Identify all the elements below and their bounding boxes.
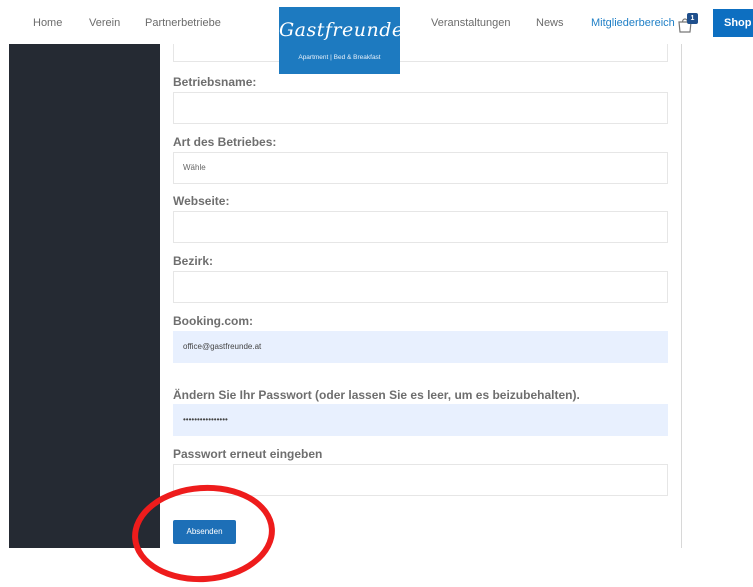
nav-news[interactable]: News [536, 17, 564, 29]
logo-tagline: Apartment | Bed & Breakfast [298, 54, 381, 61]
bezirk-input[interactable] [173, 271, 668, 303]
bezirk-label: Bezirk: [173, 254, 214, 268]
cart-button[interactable]: 1 [676, 13, 698, 33]
logo-wordmark: Gastfreunde [279, 19, 404, 41]
nav-home[interactable]: Home [33, 17, 62, 29]
betriebsname-input[interactable] [173, 92, 668, 124]
booking-label: Booking.com: [173, 314, 253, 328]
art-des-betriebes-label: Art des Betriebes: [173, 135, 277, 149]
booking-input[interactable]: office@gastfreunde.at [173, 331, 668, 363]
betriebsname-label: Betriebsname: [173, 75, 257, 89]
sidebar-panel [9, 44, 160, 548]
passwort-wiederholen-input[interactable] [173, 464, 668, 496]
shop-button[interactable]: Shop [713, 9, 753, 37]
site-logo[interactable]: Gastfreunde Apartment | Bed & Breakfast [279, 7, 404, 74]
content-divider [681, 40, 682, 548]
nav-verein[interactable]: Verein [89, 17, 120, 29]
webseite-input[interactable] [173, 211, 668, 243]
webseite-label: Webseite: [173, 194, 230, 208]
passwort-wiederholen-label: Passwort erneut eingeben [173, 447, 323, 461]
nav-veranstaltungen[interactable]: Veranstaltungen [431, 17, 511, 29]
nav-partnerbetriebe[interactable]: Partnerbetriebe [145, 17, 221, 29]
passwort-input[interactable]: •••••••••••••••• [173, 404, 668, 436]
art-des-betriebes-select[interactable]: Wähle [173, 152, 668, 184]
cart-count-badge: 1 [687, 13, 698, 24]
passwort-label: Ändern Sie Ihr Passwort (oder lassen Sie… [173, 388, 580, 402]
nav-mitgliederbereich[interactable]: Mitgliederbereich [591, 17, 675, 29]
